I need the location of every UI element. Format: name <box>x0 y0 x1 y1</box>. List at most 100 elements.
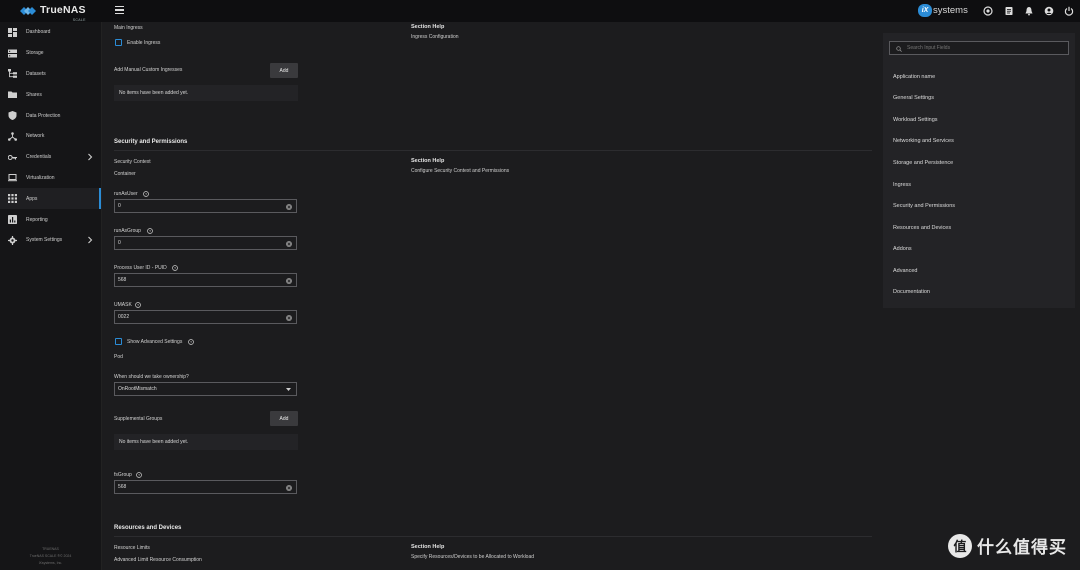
gear-icon <box>8 235 17 245</box>
ingress-help-text: Ingress Configuration <box>411 34 459 40</box>
enable-ingress-checkbox[interactable] <box>115 39 122 46</box>
clear-icon[interactable] <box>286 484 292 491</box>
watermark: 值 什么值得买 <box>948 533 1067 558</box>
sidebar-item-label: Virtualization <box>26 174 55 181</box>
sidebar-item-data-protection[interactable]: Data Protection <box>0 105 101 126</box>
sidebar-item-credentials[interactable]: Credentials <box>0 147 101 168</box>
nav-addons[interactable]: Addons <box>893 246 912 252</box>
sidebar-item-label: Storage <box>26 50 44 57</box>
run-as-user-value: 0 <box>118 203 121 209</box>
help-icon[interactable]: ? <box>172 265 178 271</box>
dropdown-arrow-icon <box>286 388 291 391</box>
puid-value: 568 <box>118 277 127 283</box>
ixsystems-logo[interactable]: iX systems <box>918 4 968 17</box>
sidebar-item-label: System Settings <box>26 237 63 244</box>
nav-workload-settings[interactable]: Workload Settings <box>893 117 938 123</box>
jobs-icon[interactable] <box>1004 6 1014 16</box>
sidebar-item-storage[interactable]: Storage <box>0 43 101 64</box>
nav-ingress[interactable]: Ingress <box>893 182 911 188</box>
sidebar-item-system-settings[interactable]: System Settings <box>0 230 101 251</box>
watermark-text: 什么值得买 <box>977 538 1067 557</box>
resource-limits-label: Resource Limits <box>114 545 150 551</box>
add-group-button[interactable]: Add <box>270 411 298 426</box>
app-form: Main Ingress Enable Ingress Section Help… <box>102 22 880 570</box>
search-input-fields[interactable] <box>889 41 1069 55</box>
help-icon[interactable]: ? <box>188 339 194 345</box>
nav-application-name[interactable]: Application name <box>893 74 935 80</box>
security-section-title: Security and Permissions <box>114 139 188 145</box>
nav-storage-and-persistence[interactable]: Storage and Persistence <box>893 160 953 166</box>
clear-icon[interactable] <box>286 314 292 321</box>
network-icon <box>8 132 17 141</box>
top-bar: TrueNAS SCALE iX systems <box>0 0 1080 22</box>
laptop-icon <box>8 174 17 182</box>
key-icon <box>8 154 17 160</box>
chart-icon <box>8 215 17 225</box>
show-advanced-checkbox[interactable] <box>115 338 122 345</box>
run-as-user-input[interactable]: 0 <box>114 199 297 213</box>
supplemental-groups-label: Supplemental Groups <box>114 416 163 422</box>
main-ingress-label: Main Ingress <box>114 25 143 31</box>
folder-icon <box>8 91 17 99</box>
help-icon[interactable]: ? <box>147 228 153 234</box>
nav-general-settings[interactable]: General Settings <box>893 95 934 101</box>
security-help-title: Section Help <box>411 158 445 164</box>
umask-input[interactable]: 0022 <box>114 310 297 324</box>
custom-ingress-label: Add Manual Custom Ingresses <box>114 67 183 73</box>
sidebar-item-label: Credentials <box>26 154 52 161</box>
puid-input[interactable]: 568 <box>114 273 297 287</box>
fsgroup-value: 568 <box>118 484 127 490</box>
notifications-icon[interactable] <box>1024 6 1034 16</box>
help-icon[interactable]: ? <box>135 302 141 308</box>
help-icon[interactable]: ? <box>136 472 142 478</box>
section-divider <box>114 536 872 537</box>
sidebar-item-shares[interactable]: Shares <box>0 84 101 105</box>
ownership-value: OnRootMismatch <box>118 386 157 392</box>
run-as-group-value: 0 <box>118 240 121 246</box>
datasets-icon <box>8 69 17 79</box>
sidebar-item-label: Datasets <box>26 70 46 77</box>
clear-icon[interactable] <box>286 203 292 210</box>
enable-ingress-label: Enable Ingress <box>127 40 161 46</box>
account-icon[interactable] <box>1044 6 1054 16</box>
sidebar-item-reporting[interactable]: Reporting <box>0 209 101 230</box>
sidebar-item-network[interactable]: Network <box>0 126 101 147</box>
chevron-right-icon <box>88 236 93 244</box>
sidebar-item-datasets[interactable]: Datasets <box>0 64 101 85</box>
ingress-empty-list: No items have been added yet. <box>114 85 298 101</box>
ownership-select[interactable]: OnRootMismatch <box>114 382 297 396</box>
sidebar-item-label: Network <box>26 133 45 140</box>
advanced-limit-label: Advanced Limit Resource Consumption <box>114 557 202 563</box>
nav-security-and-permissions[interactable]: Security and Permissions <box>893 203 955 209</box>
power-icon[interactable] <box>1064 6 1074 16</box>
run-as-group-label: runAsGroup <box>114 228 141 234</box>
nav-networking-and-services[interactable]: Networking and Services <box>893 138 954 144</box>
menu-toggle-icon[interactable] <box>115 6 124 15</box>
footer-company: iXsystems, Inc. <box>38 561 63 565</box>
nav-resources-and-devices[interactable]: Resources and Devices <box>893 225 951 231</box>
sidebar-item-virtualization[interactable]: Virtualization <box>0 168 101 189</box>
watermark-logo-icon: 值 <box>948 533 972 558</box>
run-as-group-input[interactable]: 0 <box>114 236 297 250</box>
clear-icon[interactable] <box>286 277 292 284</box>
truecommand-icon[interactable] <box>983 6 993 16</box>
umask-value: 0022 <box>118 314 130 320</box>
storage-icon <box>8 49 17 58</box>
nav-advanced[interactable]: Advanced <box>893 268 917 274</box>
truenas-logo[interactable]: TrueNAS SCALE <box>0 0 102 22</box>
sidebar-item-apps[interactable]: Apps <box>0 188 101 210</box>
footer-copyright: TrueNAS SCALE ®© 2024 <box>29 554 72 558</box>
section-navigation-panel: Application name General Settings Worklo… <box>883 33 1075 308</box>
help-icon[interactable]: ? <box>143 191 149 197</box>
fsgroup-input[interactable]: 568 <box>114 480 297 494</box>
sidebar-footer: TRUENAS TrueNAS SCALE ®© 2024 iXsystems,… <box>0 546 101 567</box>
sidebar-item-dashboard[interactable]: Dashboard <box>0 22 101 43</box>
sidebar: Dashboard Storage Datasets Shares Data P… <box>0 22 102 570</box>
dashboard-icon <box>8 27 17 37</box>
sidebar-item-label: Reporting <box>26 216 48 223</box>
search-field[interactable] <box>907 45 1057 51</box>
add-ingress-button[interactable]: Add <box>270 63 298 78</box>
nav-documentation[interactable]: Documentation <box>893 289 930 295</box>
clear-icon[interactable] <box>286 240 292 247</box>
ix-badge: iX <box>918 4 932 17</box>
